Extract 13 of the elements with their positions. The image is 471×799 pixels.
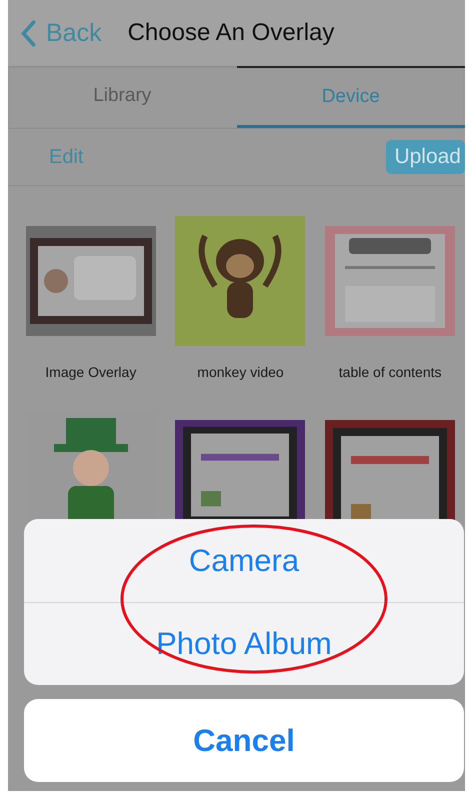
screen-title: Choose An Overlay [128, 19, 334, 47]
sheet-option[interactable]: Photo Album [24, 602, 464, 685]
cancel-button[interactable]: Cancel [24, 699, 464, 782]
thumbnail-label: Image Overlay [45, 364, 136, 380]
thumbnail-label: table of contents [338, 364, 442, 380]
thumbnail-label: monkey video [197, 364, 284, 380]
sheet-option[interactable]: Camera [24, 519, 464, 602]
upload-button[interactable]: Upload [386, 140, 465, 174]
back-button[interactable]: Back [20, 18, 102, 48]
tab[interactable]: Library [8, 66, 236, 128]
chevron-icon [20, 20, 36, 46]
edit-button[interactable]: Edit [41, 146, 92, 168]
tab[interactable]: Device [236, 66, 465, 128]
